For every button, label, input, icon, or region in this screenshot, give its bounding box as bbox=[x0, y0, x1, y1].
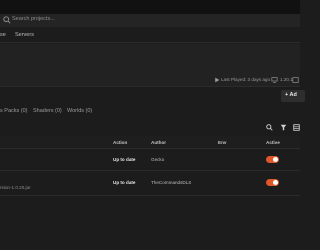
monitor-icon bbox=[271, 77, 278, 83]
row-divider bbox=[0, 195, 300, 196]
game-version: 1.20.1 bbox=[280, 77, 293, 82]
play-icon bbox=[215, 77, 220, 83]
tab-resource-packs[interactable]: s Packs (0) bbox=[0, 108, 28, 114]
top-nav bbox=[0, 27, 300, 43]
nav-item-browse[interactable]: se bbox=[0, 32, 6, 38]
tab-shaders[interactable]: Shaders (0) bbox=[33, 108, 62, 114]
mod-update-status: Up to date bbox=[113, 157, 136, 162]
divider bbox=[0, 86, 300, 87]
row-divider bbox=[0, 170, 300, 171]
tab-worlds[interactable]: Worlds (0) bbox=[67, 108, 92, 114]
mod-file-name: rsion-1.0.20.jar bbox=[0, 185, 31, 190]
mod-active-toggle[interactable] bbox=[266, 156, 279, 163]
search-icon[interactable] bbox=[266, 124, 273, 131]
storage-icon bbox=[292, 77, 299, 83]
mod-author[interactable]: TheCommandsDLS bbox=[151, 180, 191, 185]
filter-icon[interactable] bbox=[280, 124, 287, 131]
mod-update-status: Up to date bbox=[113, 180, 136, 185]
add-content-label: + Ad bbox=[285, 92, 297, 98]
search-placeholder: Search projects... bbox=[12, 16, 55, 22]
column-active[interactable]: Active bbox=[266, 140, 280, 145]
mod-active-toggle[interactable] bbox=[266, 179, 279, 186]
mod-author[interactable]: Gecko bbox=[151, 157, 164, 162]
update-all-icon[interactable] bbox=[293, 124, 300, 131]
nav-item-servers[interactable]: Servers bbox=[15, 32, 34, 38]
column-action[interactable]: Action bbox=[113, 140, 127, 145]
search-icon bbox=[3, 16, 11, 24]
table-header bbox=[0, 136, 300, 149]
column-env[interactable]: Env bbox=[218, 140, 226, 145]
last-played-text: Last Played: 3 days ago bbox=[221, 77, 271, 82]
column-author[interactable]: Author bbox=[151, 140, 166, 145]
